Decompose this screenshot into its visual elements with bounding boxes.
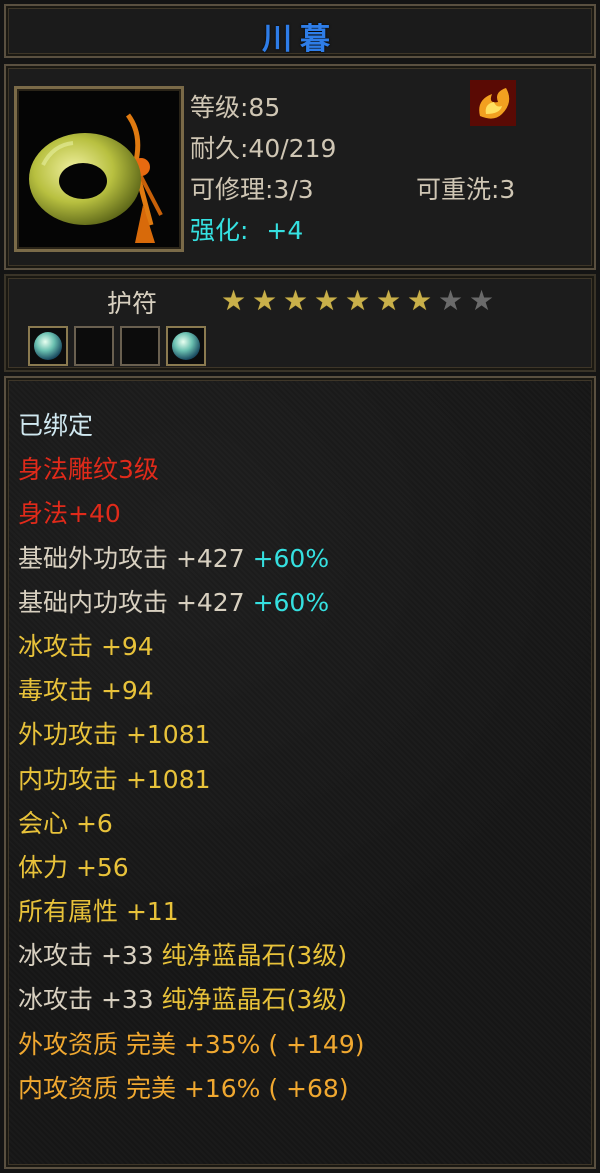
attribute-row: 会心 +6 [18,802,364,846]
star-empty-icon: ★ [437,284,464,317]
attribute-row: 体力 +56 [18,846,364,890]
gem-slot-empty[interactable] [74,326,114,366]
attribute-text: 已绑定 [18,411,94,440]
star-filled-icon: ★ [344,284,371,317]
gem-slots [28,326,206,366]
star-filled-icon: ★ [220,284,247,317]
attribute-text: 内功攻击 +1081 [18,764,211,794]
attribute-row: 外攻资质 完美 +35% ( +149) [18,1023,364,1067]
enhance-label: 强化: +4 [190,211,303,247]
item-type: 护符 [107,289,158,318]
gem-slot-empty[interactable] [120,326,160,366]
attribute-row: 冰攻击 +33 纯净蓝晶石(3级) [18,934,364,978]
attribute-text: 会心 +6 [18,808,113,838]
star-rating: ★ ★ ★ ★ ★ ★ ★ ★ ★ [218,286,497,316]
attribute-text: 纯净蓝晶石(3级) [161,985,348,1015]
rewash-count-label: 可重洗:3 [416,175,516,204]
star-filled-icon: ★ [375,284,402,317]
gem-slot-filled[interactable] [28,326,68,366]
star-filled-icon: ★ [313,284,340,317]
attribute-text: 身法雕纹3级 [18,455,159,485]
enhance-value: +4 [266,216,304,245]
level-label: 等级:85 [190,93,281,122]
attribute-row: 内功攻击 +1081 [18,758,364,802]
attribute-row: 所有属性 +11 [18,890,364,934]
attribute-row: 身法雕纹3级 [18,448,364,492]
attribute-text: +60% [252,587,330,617]
attribute-text: 基础外功攻击 +427 [18,543,253,573]
jade-amulet-icon[interactable] [14,86,184,252]
attribute-row: 已绑定 [18,404,364,448]
attribute-text: 所有属性 +11 [18,897,179,927]
attribute-text: 冰攻击 +94 [18,631,154,661]
attribute-text: 内攻资质 完美 +16% ( +68) [18,1073,349,1103]
attribute-text: +60% [252,543,330,573]
repair-count-label: 可修理:3/3 [190,175,314,204]
attribute-row: 身法+40 [18,492,364,536]
attribute-text: 冰攻击 +33 [18,941,162,971]
attribute-text: 外功攻击 +1081 [18,720,211,750]
attribute-row: 冰攻击 +33 纯净蓝晶石(3级) [18,978,364,1022]
attribute-text: 身法+40 [18,499,121,529]
attribute-row: 内攻资质 完美 +16% ( +68) [18,1067,364,1111]
attribute-text: 冰攻击 +33 [18,985,162,1015]
blue-gem-icon [34,332,62,360]
durability-label: 耐久:40/219 [190,134,337,163]
title-bar: 川暮 [4,4,596,58]
blue-gem-icon [172,332,200,360]
attribute-text: 纯净蓝晶石(3级) [161,941,348,971]
fire-element-icon [470,80,516,126]
attribute-row: 基础外功攻击 +427 +60% [18,537,364,581]
attribute-row: 毒攻击 +94 [18,669,364,713]
star-filled-icon: ★ [406,284,433,317]
attribute-row: 基础内功攻击 +427 +60% [18,581,364,625]
star-filled-icon: ★ [251,284,278,317]
star-empty-icon: ★ [468,284,495,317]
star-filled-icon: ★ [282,284,309,317]
attribute-row: 外功攻击 +1081 [18,713,364,757]
attribute-row: 冰攻击 +94 [18,625,364,669]
gem-slot-filled[interactable] [166,326,206,366]
attribute-text: 体力 +56 [18,852,129,882]
attribute-text: 毒攻击 +94 [18,676,154,706]
attribute-text: 基础内功攻击 +427 [18,587,253,617]
attribute-list: 已绑定 身法雕纹3级 身法+40 基础外功攻击 +427 +60% 基础内功攻击 +42… [18,404,364,1111]
enhance-label-text: 强化: [190,216,249,245]
item-name: 川暮 [262,22,338,57]
attribute-text: 外攻资质 完美 +35% ( +149) [18,1029,365,1059]
